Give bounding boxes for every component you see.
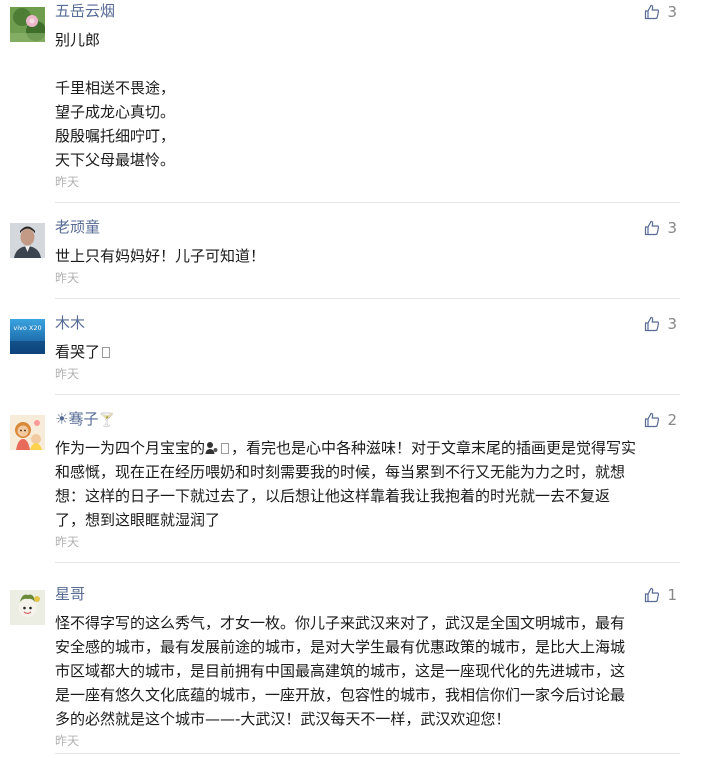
comment-line: 望子成龙心真切。 — [55, 103, 176, 121]
comment-line: 别儿郎 — [55, 31, 101, 49]
like-button[interactable]: 1 — [644, 584, 677, 606]
nickname[interactable]: 星哥 — [55, 583, 85, 605]
nickname[interactable]: ☀骞子🍸 — [55, 408, 115, 432]
mother-baby-emoji-icon — [205, 442, 218, 454]
comment-text: 怪不得字写的这么秀气，才女一枚。你儿子来武汉来对了，武汉是全国文明城市，最有 安… — [55, 611, 680, 731]
comment-line: 作为一为四个月宝宝的 ，看完也是心中各种滋味！对于文章末尾的插画更是觉得写实 — [55, 436, 680, 460]
comment-line: 看哭了 — [55, 340, 680, 364]
avatar-brand-text: vivo X20 — [13, 324, 41, 332]
comment-line-text: ，看完也是心中各种滋味！对于文章末尾的插画更是觉得写实 — [231, 439, 637, 457]
avatar[interactable] — [10, 590, 45, 625]
comment-line: 想：这样的日子一下就过去了，以后想让他这样靠着我让我抱着的时光就一去不复返 — [55, 487, 611, 505]
nickname[interactable]: 老顽童 — [55, 216, 100, 238]
like-count: 3 — [667, 219, 677, 237]
comment-blank-line — [55, 52, 680, 76]
avatar[interactable] — [10, 415, 45, 450]
cocktail-icon: 🍸 — [98, 413, 115, 428]
like-button[interactable]: 3 — [644, 313, 677, 335]
comment-line: 和感慨，现在正在经历喂奶和时刻需要我的时候，每当累到不行又无能为力之时，就想 — [55, 463, 626, 481]
like-count: 1 — [667, 586, 677, 604]
avatar[interactable]: vivo X20 — [10, 319, 45, 354]
comment-time: 昨天 — [55, 535, 80, 549]
comment-text: 世上只有妈妈好！儿子可知道！ — [55, 244, 680, 268]
thumbs-up-icon — [645, 316, 660, 332]
like-count: 3 — [667, 315, 677, 333]
comment-line-text: 作为一为四个月宝宝的 — [55, 439, 206, 457]
divider — [55, 753, 680, 754]
comment-line-text: 看哭了 — [55, 343, 101, 361]
comment-time: 昨天 — [55, 271, 80, 285]
comment-line: 怪不得字写的这么秀气，才女一枚。你儿子来武汉来对了，武汉是全国文明城市，最有 — [55, 614, 626, 632]
like-button[interactable]: 3 — [644, 1, 677, 23]
like-button[interactable]: 2 — [644, 409, 677, 431]
like-count: 3 — [667, 3, 677, 21]
comment-text: 看哭了 — [55, 340, 680, 364]
divider — [55, 394, 680, 395]
nickname[interactable]: 五岳云烟 — [55, 0, 115, 22]
divider — [55, 562, 680, 563]
thumbs-up-icon — [645, 412, 660, 428]
thumbs-up-icon — [645, 220, 660, 236]
avatar[interactable] — [10, 223, 45, 258]
comment-line: 世上只有妈妈好！儿子可知道！ — [55, 247, 266, 265]
like-count: 2 — [667, 411, 677, 429]
comment-line: 了，想到这眼眶就湿润了 — [55, 511, 221, 529]
nickname[interactable]: 木木 — [55, 312, 85, 334]
comment-line: 市区域都大的城市，是目前拥有中国最高建筑的城市，这是一座现代化的先进城市，这 — [55, 662, 626, 680]
thumbs-up-icon — [645, 587, 660, 603]
nickname-text: 骞子 — [68, 410, 99, 428]
thumbs-up-icon — [645, 4, 660, 20]
comment-time: 昨天 — [55, 367, 80, 381]
divider — [55, 202, 680, 203]
comment-line: 殷殷嘱托细咛叮， — [55, 127, 176, 145]
comment-line: 安全感的城市，最有发展前途的城市，是对大学生最有优惠政策的城市，是比大上海城 — [55, 638, 626, 656]
comment-time: 昨天 — [55, 734, 80, 748]
comment-line: 千里相送不畏途， — [55, 79, 176, 97]
comment-line: 多的必然就是这个城市——-大武汉！武汉每天不一样，武汉欢迎您！ — [55, 710, 511, 728]
missing-glyph-icon — [102, 347, 111, 358]
like-button[interactable]: 3 — [644, 217, 677, 239]
sun-icon: ☀ — [55, 410, 69, 428]
comment-text: 别儿郎 千里相送不畏途， 望子成龙心真切。 殷殷嘱托细咛叮， 天下父母最堪怜。 — [55, 28, 680, 172]
comment-line: 是一座有悠久文化底蕴的城市，一座开放，包容性的城市，我相信你们一家今后讨论最 — [55, 686, 626, 704]
divider — [55, 298, 680, 299]
comment-line: 天下父母最堪怜。 — [55, 151, 176, 169]
avatar[interactable] — [10, 7, 45, 42]
missing-glyph-icon — [221, 443, 230, 454]
comment-text: 作为一为四个月宝宝的 ，看完也是心中各种滋味！对于文章末尾的插画更是觉得写实 和感… — [55, 436, 680, 532]
comment-time: 昨天 — [55, 175, 80, 189]
